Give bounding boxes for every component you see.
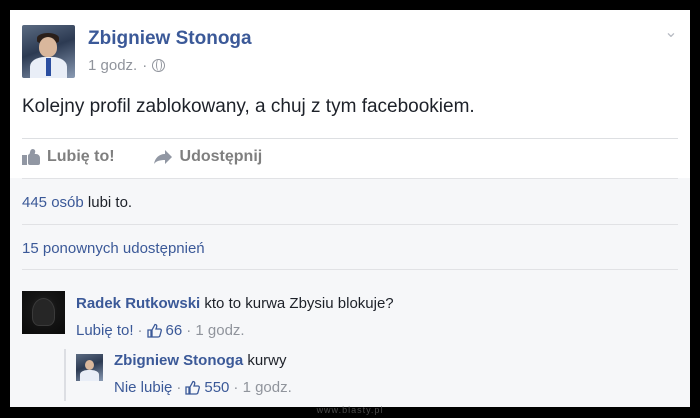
shares-count-link[interactable]: 15 ponownych udostępnień — [22, 240, 205, 257]
reply-author-avatar[interactable] — [76, 354, 103, 381]
likes-summary-text: lubi to. — [83, 194, 133, 211]
like-button-label: Lubię to! — [47, 148, 115, 165]
likes-summary: 445 osób lubi to. — [22, 194, 132, 211]
comment-text: kto to kurwa Zbysiu blokuje? — [200, 295, 394, 312]
reply-author-name[interactable]: Zbigniew Stonoga — [114, 352, 243, 369]
share-button[interactable]: Udostępnij — [153, 148, 263, 166]
author-avatar[interactable] — [22, 25, 75, 78]
like-thumb-icon — [22, 148, 40, 165]
share-arrow-icon — [153, 150, 172, 164]
comment-body: Radek Rutkowski kto to kurwa Zbysiu blok… — [76, 295, 394, 312]
reply-text: kurwy — [243, 352, 287, 369]
like-thumb-icon — [185, 380, 201, 395]
chevron-down-icon[interactable]: ⌄ — [664, 25, 678, 41]
like-button[interactable]: Lubię to! — [22, 148, 115, 166]
comment-author-name[interactable]: Radek Rutkowski — [76, 295, 200, 312]
divider — [22, 178, 678, 179]
reply-like-count[interactable]: 550 — [204, 379, 229, 396]
reply-meta: Nie lubię · 550 · 1 godz. — [114, 379, 292, 396]
reply-timestamp[interactable]: · 1 godz. — [233, 379, 291, 396]
post-card: Zbigniew Stonoga 1 godz. · ⌄ Kolejny pro… — [10, 10, 690, 407]
reply-body: Zbigniew Stonoga kurwy — [114, 352, 287, 369]
meta-separator: · — [137, 322, 143, 339]
comment-meta: Lubię to! · 66 · 1 godz. — [76, 322, 245, 339]
comment-like-count[interactable]: 66 — [166, 322, 183, 339]
divider — [22, 269, 678, 270]
meta-separator: · — [176, 379, 182, 396]
post-text: Kolejny profil zablokowany, a chuj z tym… — [22, 96, 475, 117]
post-meta: 1 godz. · — [88, 57, 166, 74]
comment-like-button[interactable]: Lubię to! — [76, 322, 134, 339]
post-footer: 445 osób lubi to. 15 ponownych udostępni… — [10, 178, 690, 407]
watermark: www.blasty.pl — [316, 405, 384, 415]
commenter-avatar[interactable] — [22, 291, 65, 334]
like-thumb-icon — [146, 323, 162, 338]
post-author-name[interactable]: Zbigniew Stonoga — [88, 28, 252, 50]
meta-separator: · — [142, 57, 148, 74]
post-timestamp[interactable]: 1 godz. — [88, 57, 137, 74]
divider — [22, 138, 678, 139]
divider — [22, 224, 678, 225]
reply-thread-line — [64, 349, 66, 401]
share-button-label: Udostępnij — [179, 148, 263, 165]
reply-unlike-button[interactable]: Nie lubię — [114, 379, 172, 396]
post-actions: Lubię to! Udostępnij — [22, 148, 262, 166]
comment-timestamp[interactable]: · 1 godz. — [186, 322, 244, 339]
likes-count-link[interactable]: 445 osób — [22, 194, 84, 211]
globe-icon[interactable] — [152, 59, 166, 72]
